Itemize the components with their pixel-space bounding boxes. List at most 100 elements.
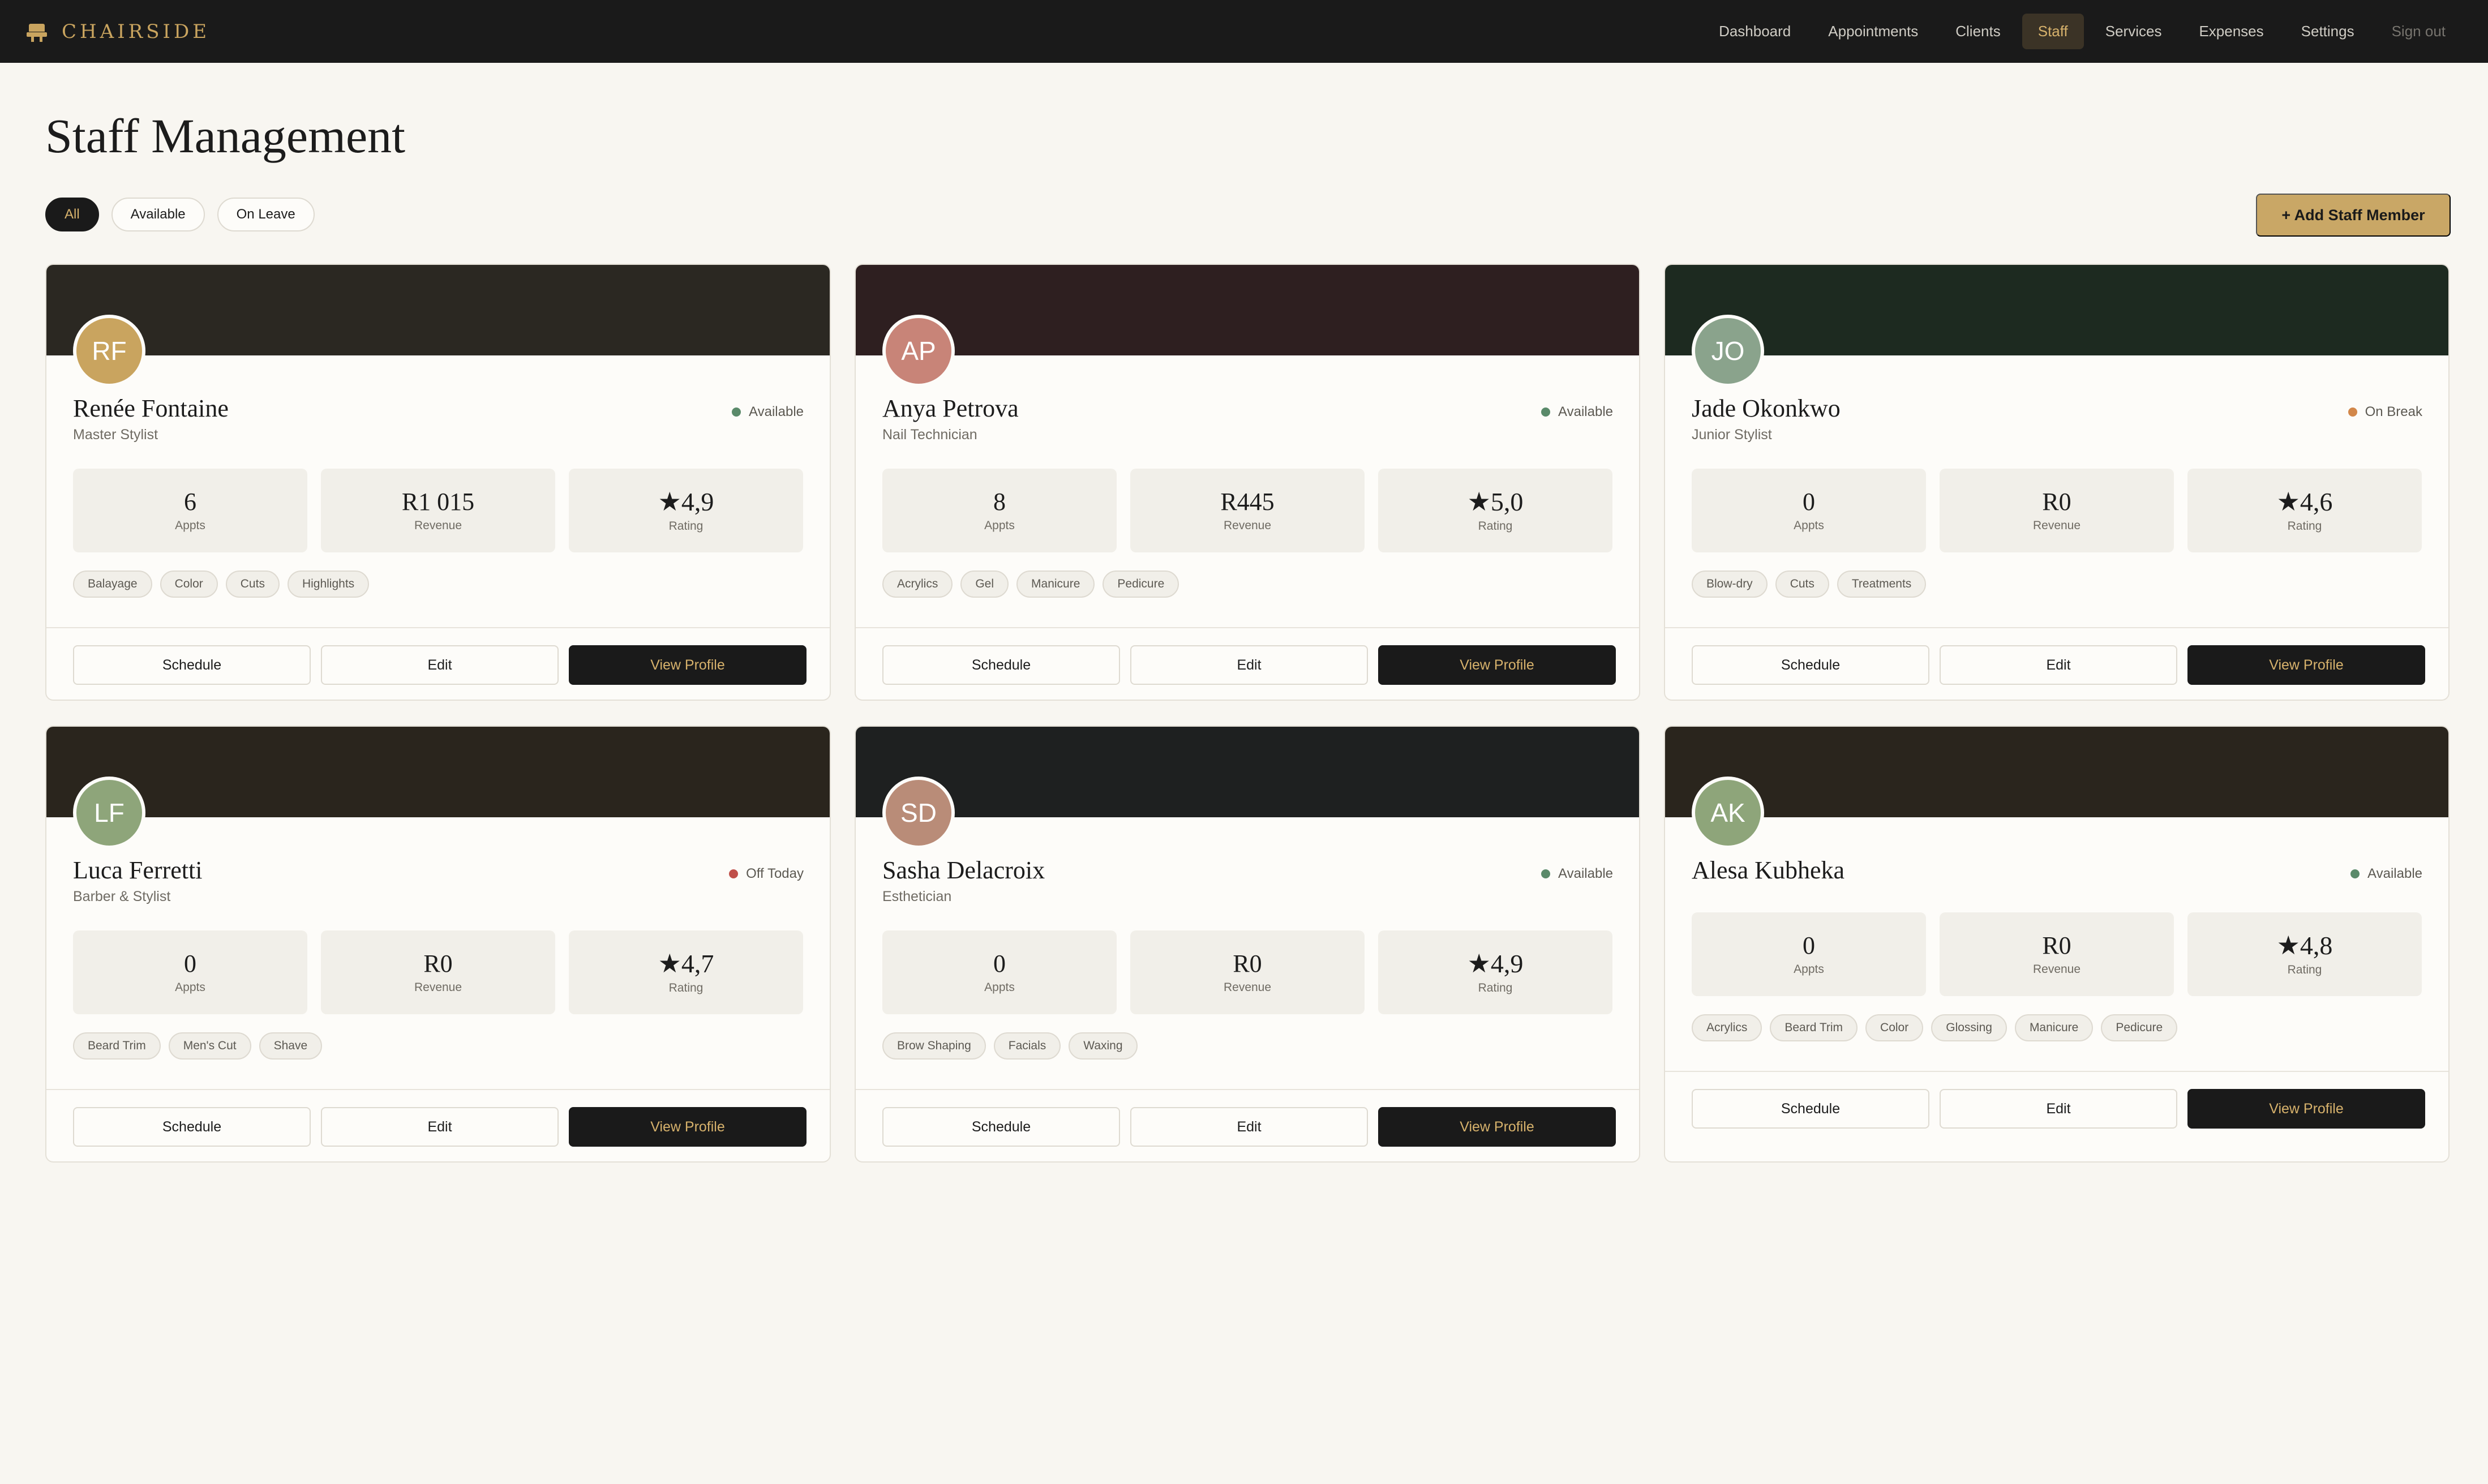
status-label: Available — [749, 404, 804, 419]
view-profile-button[interactable]: View Profile — [569, 645, 807, 685]
service-tag: Cuts — [1775, 571, 1829, 598]
nav-item-appointments[interactable]: Appointments — [1812, 14, 1934, 49]
card-banner — [1665, 265, 2448, 355]
stat-value: ★4,9 — [658, 487, 714, 516]
stat-appts: 0 Appts — [1692, 912, 1926, 996]
stat-label: Appts — [175, 519, 205, 533]
service-tag: Men's Cut — [168, 1032, 251, 1060]
stats-row: 8 Appts R445 Revenue ★5,0 Rating — [882, 469, 1612, 552]
status-badge: Available — [2350, 866, 2422, 882]
service-tag: Color — [1865, 1014, 1924, 1041]
card-actions: Schedule Edit View Profile — [1692, 1089, 2425, 1129]
stat-label: Appts — [984, 519, 1015, 533]
edit-button[interactable]: Edit — [1940, 645, 2177, 685]
status-label: Available — [2367, 866, 2422, 881]
stat-revenue: R445 Revenue — [1130, 469, 1365, 552]
sign-out-link[interactable]: Sign out — [2376, 14, 2461, 49]
stat-label: Appts — [1794, 519, 1824, 533]
view-profile-button[interactable]: View Profile — [2187, 1089, 2425, 1129]
stat-revenue: R0 Revenue — [1940, 912, 2174, 996]
edit-button[interactable]: Edit — [321, 1107, 559, 1147]
page-title: Staff Management — [45, 109, 406, 163]
stat-label: Revenue — [2032, 519, 2081, 533]
staff-name: Luca Ferretti — [73, 856, 203, 884]
staff-card: LF Luca Ferretti Barber & Stylist Off To… — [45, 726, 831, 1163]
view-profile-button[interactable]: View Profile — [1378, 645, 1616, 685]
status-dot-icon — [732, 408, 741, 417]
avatar: AP — [882, 315, 955, 387]
nav-item-expenses[interactable]: Expenses — [2183, 14, 2279, 49]
stat-label: Appts — [984, 981, 1015, 994]
stat-revenue: R0 Revenue — [321, 930, 555, 1014]
staff-card: AK Alesa Kubheka Available 0 Appts R0 Reve… — [1664, 726, 2450, 1163]
card-actions: Schedule Edit View Profile — [73, 645, 807, 685]
stat-label: Rating — [1478, 981, 1513, 995]
card-banner — [46, 265, 830, 355]
schedule-button[interactable]: Schedule — [73, 645, 311, 685]
nav-item-settings[interactable]: Settings — [2285, 14, 2370, 49]
stat-label: Revenue — [1223, 981, 1272, 994]
stats-row: 6 Appts R1 015 Revenue ★4,9 Rating — [73, 469, 803, 552]
view-profile-button[interactable]: View Profile — [1378, 1107, 1616, 1147]
brand[interactable]: CHAIRSIDE — [27, 20, 210, 43]
stat-value: ★5,0 — [1467, 487, 1524, 516]
status-dot-icon — [729, 869, 739, 878]
service-tags: Acrylics Beard Trim Color Glossing Manic… — [1692, 1014, 2178, 1041]
stat-value: R0 — [2042, 487, 2071, 516]
stat-label: Revenue — [2032, 963, 2081, 976]
card-divider — [1665, 627, 2448, 628]
schedule-button[interactable]: Schedule — [882, 645, 1120, 685]
view-profile-button[interactable]: View Profile — [569, 1107, 807, 1147]
stat-value: ★4,9 — [1467, 949, 1524, 978]
service-tag: Blow-dry — [1692, 571, 1768, 598]
filter-available[interactable]: Available — [111, 198, 205, 231]
schedule-button[interactable]: Schedule — [1692, 1089, 1929, 1129]
staff-role: Master Stylist — [73, 427, 158, 443]
stat-label: Appts — [1794, 963, 1824, 976]
card-actions: Schedule Edit View Profile — [1692, 645, 2425, 685]
edit-button[interactable]: Edit — [1130, 1107, 1368, 1147]
stat-appts: 6 Appts — [73, 469, 307, 552]
edit-button[interactable]: Edit — [321, 645, 559, 685]
nav-item-staff[interactable]: Staff — [2022, 14, 2084, 49]
schedule-button[interactable]: Schedule — [1692, 645, 1929, 685]
view-profile-button[interactable]: View Profile — [2187, 645, 2425, 685]
staff-name: Alesa Kubheka — [1692, 856, 1845, 884]
stat-value: 8 — [993, 487, 1006, 516]
schedule-button[interactable]: Schedule — [73, 1107, 311, 1147]
nav-item-clients[interactable]: Clients — [1940, 14, 2016, 49]
avatar: JO — [1692, 315, 1764, 387]
status-label: Off Today — [746, 866, 804, 881]
status-badge: On Break — [2348, 404, 2422, 420]
status-dot-icon — [1541, 869, 1551, 878]
schedule-button[interactable]: Schedule — [882, 1107, 1120, 1147]
status-label: Available — [1558, 866, 1613, 881]
nav-item-dashboard[interactable]: Dashboard — [1703, 14, 1807, 49]
stat-value: R0 — [1233, 949, 1262, 977]
staff-card: AP Anya Petrova Nail Technician Availabl… — [855, 264, 1640, 701]
service-tag: Glossing — [1931, 1014, 2007, 1041]
staff-card: SD Sasha Delacroix Esthetician Available… — [855, 726, 1640, 1163]
stat-value: R0 — [423, 949, 453, 977]
stat-label: Rating — [2287, 520, 2322, 533]
edit-button[interactable]: Edit — [1940, 1089, 2177, 1129]
service-tag: Waxing — [1069, 1032, 1138, 1060]
card-actions: Schedule Edit View Profile — [73, 1107, 807, 1147]
status-badge: Available — [732, 404, 804, 420]
stat-label: Rating — [668, 981, 703, 995]
filter-on-leave[interactable]: On Leave — [217, 198, 315, 231]
stat-value: 0 — [993, 949, 1006, 977]
stat-revenue: R0 Revenue — [1940, 469, 2174, 552]
staff-name: Sasha Delacroix — [882, 856, 1045, 884]
stat-rating: ★4,6 Rating — [2187, 469, 2422, 552]
stats-row: 0 Appts R0 Revenue ★4,8 Rating — [1692, 912, 2422, 996]
status-dot-icon — [1541, 408, 1551, 417]
service-tag: Pedicure — [1103, 571, 1179, 598]
service-tag: Acrylics — [882, 571, 953, 598]
add-staff-button[interactable]: + Add Staff Member — [2256, 194, 2451, 237]
filter-all[interactable]: All — [45, 198, 99, 231]
status-badge: Available — [1541, 404, 1613, 420]
nav-item-services[interactable]: Services — [2090, 14, 2178, 49]
stat-value: ★4,6 — [2276, 487, 2333, 516]
edit-button[interactable]: Edit — [1130, 645, 1368, 685]
